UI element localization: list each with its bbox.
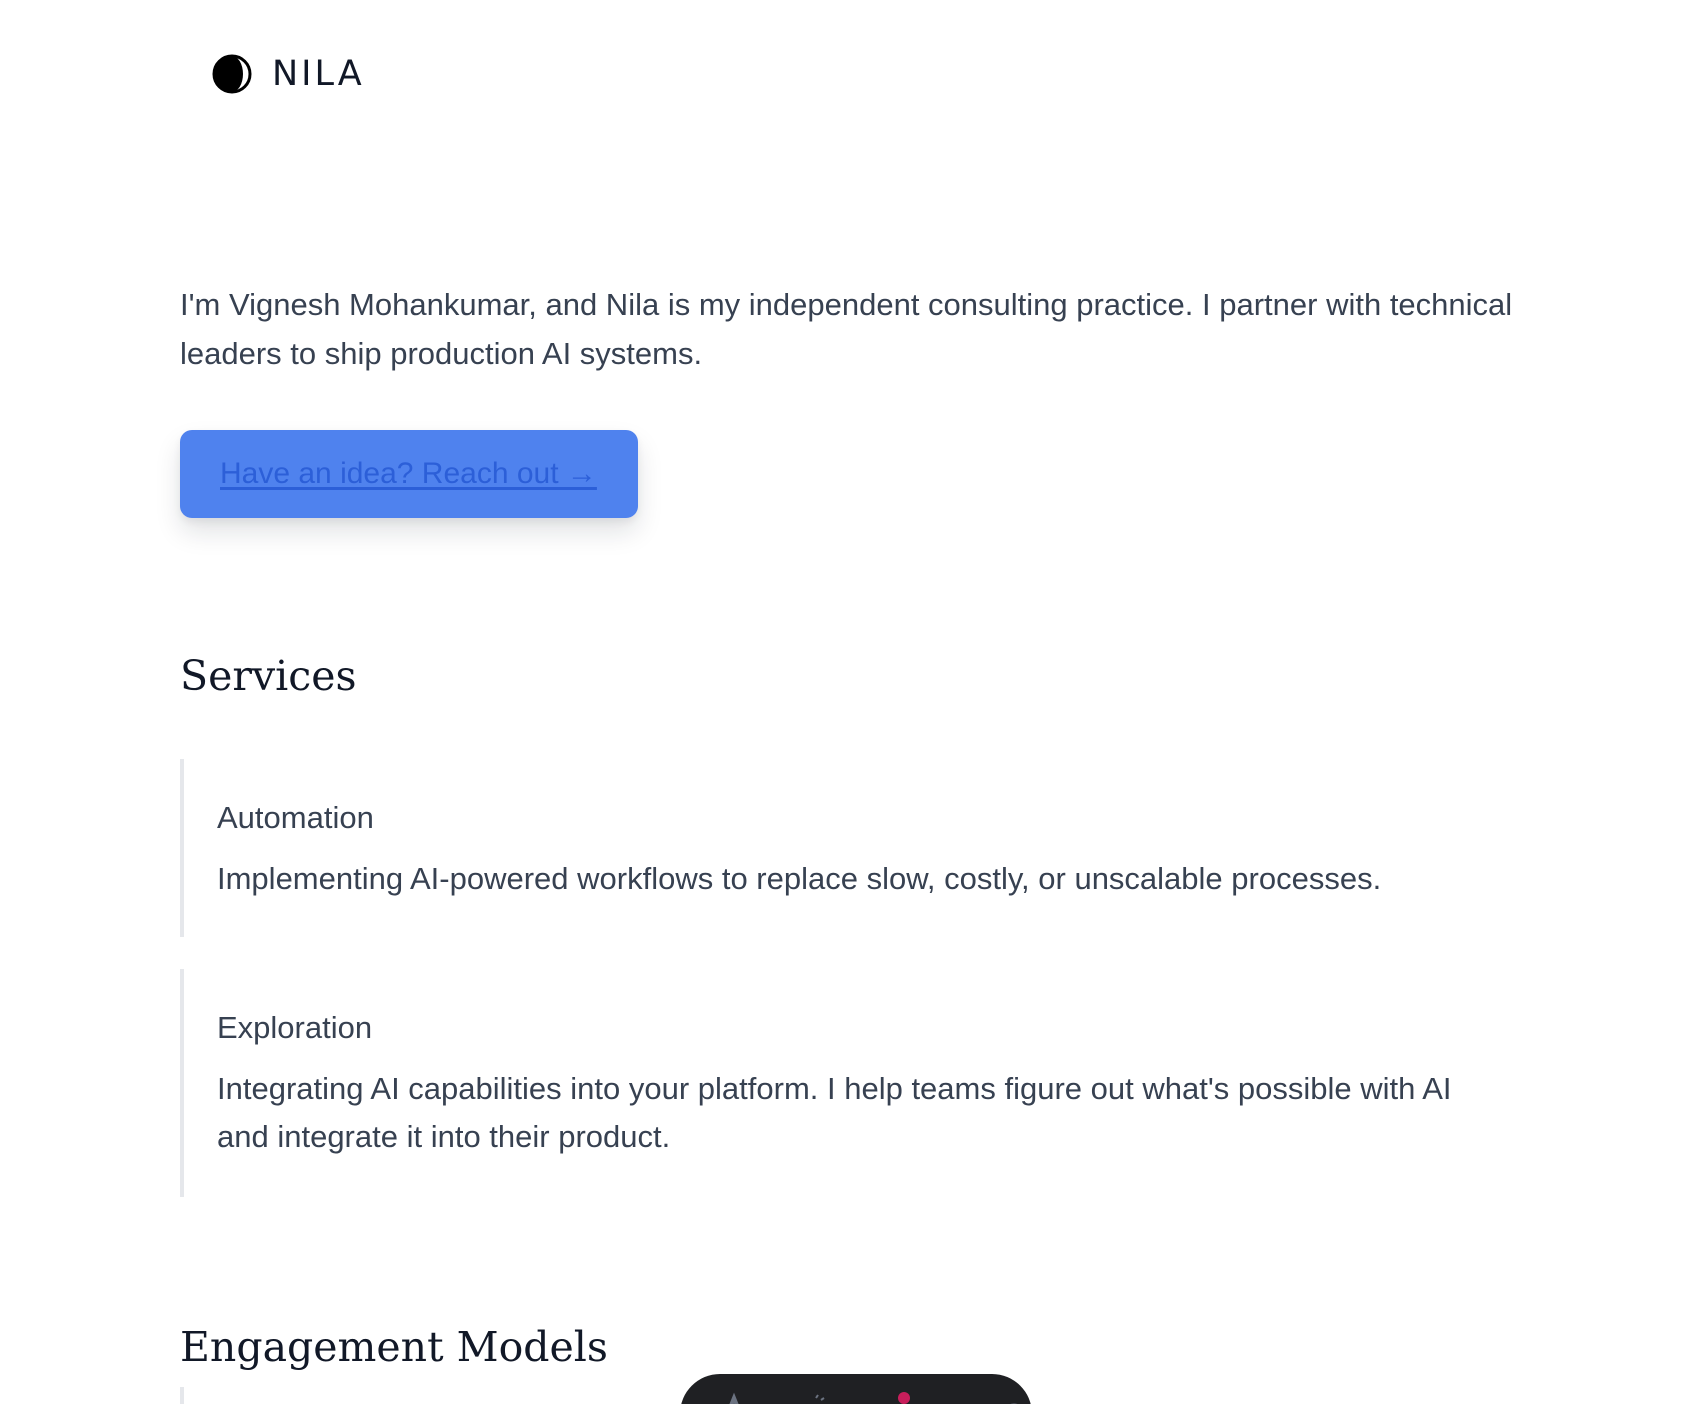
service-item-exploration: Exploration Integrating AI capabilities … xyxy=(180,969,1520,1197)
service-title: Exploration xyxy=(217,1010,373,1045)
services-heading: Services xyxy=(180,652,357,700)
engagement-models-heading: Engagement Models xyxy=(180,1323,608,1371)
engagement-item-rule xyxy=(180,1387,184,1404)
service-description: Implementing AI-powered workflows to rep… xyxy=(217,861,1382,896)
main-content: I'm Vignesh Mohankumar, and Nila is my i… xyxy=(180,280,1520,1368)
intro-text: I'm Vignesh Mohankumar, and Nila is my i… xyxy=(180,287,1513,371)
reach-out-button[interactable]: Have an idea? Reach out → xyxy=(180,430,638,518)
service-title: Automation xyxy=(217,800,374,835)
floating-toolbar xyxy=(680,1374,1032,1404)
gear-icon-glyph xyxy=(1010,1403,1018,1404)
text-icon-glyph xyxy=(729,1392,739,1404)
menu-icon[interactable] xyxy=(874,1392,914,1404)
text-icon[interactable] xyxy=(714,1392,754,1404)
crescent-moon-icon xyxy=(212,54,252,94)
notification-dot xyxy=(898,1392,910,1404)
brand-name: NILA xyxy=(272,53,365,94)
pen-icon-glyph xyxy=(815,1394,825,1401)
pen-icon[interactable] xyxy=(794,1392,834,1404)
service-description: Integrating AI capabilities into your pl… xyxy=(217,1071,1452,1154)
logo[interactable]: NILA xyxy=(212,54,365,94)
gear-icon[interactable] xyxy=(994,1392,1034,1404)
service-item-automation: Automation Implementing AI-powered workf… xyxy=(180,759,1520,937)
